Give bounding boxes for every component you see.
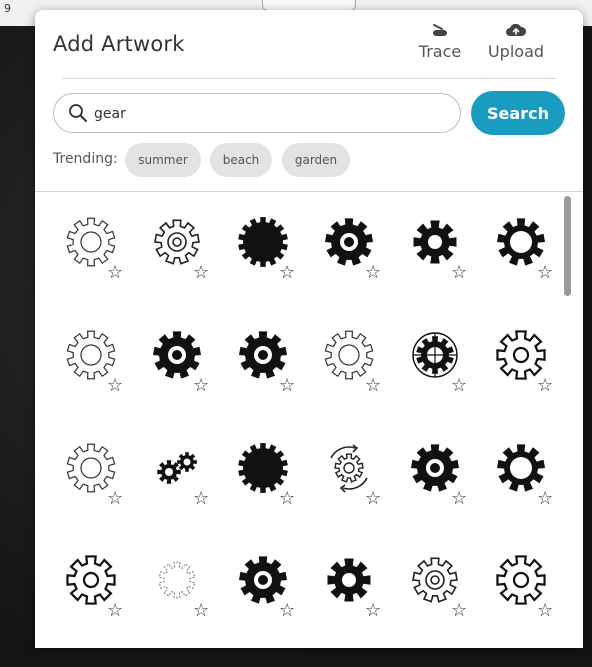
gear-outline-thin-icon [324, 330, 374, 380]
favorite-star-icon[interactable]: ☆ [193, 490, 209, 508]
gear-solid-ring-icon [325, 218, 373, 266]
favorite-star-icon[interactable]: ☆ [537, 602, 553, 620]
results-divider [35, 191, 583, 192]
cloud-upload-icon [506, 23, 527, 36]
artwork-result-item[interactable]: ☆ [383, 538, 469, 638]
favorite-star-icon[interactable]: ☆ [537, 264, 553, 282]
gear-solid-ring-icon [239, 556, 287, 604]
gear-solid-chunky-icon [327, 558, 371, 602]
favorite-star-icon[interactable]: ☆ [107, 602, 123, 620]
add-artwork-panel: Add Artwork Trace Upload Search [35, 10, 583, 648]
gear-dotted-icon [158, 561, 196, 599]
gear-solid-ring-icon [239, 331, 287, 379]
trace-icon [433, 24, 447, 36]
artwork-result-item[interactable]: ☆ [211, 313, 297, 413]
trending-row: Trending: summer beach garden [35, 140, 583, 180]
artwork-result-item[interactable]: ☆ [469, 426, 555, 526]
gear-outline-thin-icon [66, 330, 116, 380]
artwork-result-item[interactable]: ☆ [383, 313, 469, 413]
results-grid: ☆ ☆ ☆ ☆ ☆ ☆ ☆ ☆ ☆ ☆ ☆ ☆ ☆ ☆ ☆ ☆ ☆ ☆ ☆ ☆ ☆ ☆ ☆ ☆ [35, 200, 563, 648]
magnifier-icon [69, 104, 87, 122]
gear-solid-sawtooth-icon [238, 443, 288, 493]
search-row: Search [35, 91, 583, 139]
artwork-result-item[interactable]: ☆ [297, 426, 383, 526]
gear-outline-bold-icon [496, 330, 546, 380]
trending-chip-beach[interactable]: beach [210, 143, 272, 177]
gear-solid-hollow-icon [497, 218, 545, 266]
gear-solid-ring-icon [153, 331, 201, 379]
artwork-result-item[interactable]: ☆ [39, 426, 125, 526]
favorite-star-icon[interactable]: ☆ [365, 377, 381, 395]
artwork-result-item[interactable]: ☆ [125, 313, 211, 413]
gear-outline-cog-icon [154, 219, 200, 265]
trace-button[interactable]: Trace [408, 22, 472, 61]
artwork-result-item[interactable]: ☆ [211, 538, 297, 638]
trending-label: Trending: [53, 151, 118, 167]
gear-outline-thin-icon [66, 217, 116, 267]
artwork-result-item[interactable]: ☆ [297, 313, 383, 413]
artwork-result-item[interactable]: ☆ [469, 538, 555, 638]
favorite-star-icon[interactable]: ☆ [193, 377, 209, 395]
gear-solid-hollow-icon [497, 444, 545, 492]
trending-chip-summer[interactable]: summer [125, 143, 201, 177]
artwork-result-item[interactable]: ☆ [383, 200, 469, 300]
artwork-result-item[interactable]: ☆ [211, 426, 297, 526]
artwork-result-item[interactable]: ☆ [469, 313, 555, 413]
search-input[interactable] [92, 100, 451, 128]
favorite-star-icon[interactable]: ☆ [365, 264, 381, 282]
favorite-star-icon[interactable]: ☆ [365, 490, 381, 508]
gear-outline-thin-icon [66, 443, 116, 493]
search-box[interactable] [53, 93, 461, 133]
gear-outline-bold-icon [496, 555, 546, 605]
favorite-star-icon[interactable]: ☆ [451, 602, 467, 620]
gear-outline-bold-icon [66, 555, 116, 605]
search-button[interactable]: Search [471, 91, 565, 135]
favorite-star-icon[interactable]: ☆ [451, 377, 467, 395]
artwork-result-item[interactable]: ☆ [39, 200, 125, 300]
header-divider [62, 78, 556, 79]
artwork-result-item[interactable]: ☆ [125, 426, 211, 526]
artwork-result-item[interactable]: ☆ [39, 538, 125, 638]
favorite-star-icon[interactable]: ☆ [107, 490, 123, 508]
gear-target-icon [412, 332, 458, 378]
favorite-star-icon[interactable]: ☆ [451, 264, 467, 282]
favorite-star-icon[interactable]: ☆ [193, 264, 209, 282]
gear-rotate-arrows-icon [330, 444, 368, 493]
ruler-number: 9 [4, 2, 11, 15]
artwork-result-item[interactable]: ☆ [39, 313, 125, 413]
artwork-result-item[interactable]: ☆ [125, 200, 211, 300]
favorite-star-icon[interactable]: ☆ [537, 490, 553, 508]
favorite-star-icon[interactable]: ☆ [279, 602, 295, 620]
gear-solid-sawtooth-icon [238, 217, 288, 267]
panel-title: Add Artwork [53, 32, 185, 56]
gear-pair-icon [157, 452, 197, 484]
favorite-star-icon[interactable]: ☆ [279, 264, 295, 282]
artwork-result-item[interactable]: ☆ [469, 200, 555, 300]
artwork-result-item[interactable]: ☆ [383, 426, 469, 526]
trace-label: Trace [418, 42, 462, 61]
artwork-result-item[interactable]: ☆ [211, 200, 297, 300]
favorite-star-icon[interactable]: ☆ [537, 377, 553, 395]
favorite-star-icon[interactable]: ☆ [279, 490, 295, 508]
results-scrollbar[interactable] [564, 196, 571, 296]
favorite-star-icon[interactable]: ☆ [107, 264, 123, 282]
favorite-star-icon[interactable]: ☆ [451, 490, 467, 508]
upload-button[interactable]: Upload [484, 22, 548, 61]
upload-label: Upload [487, 42, 545, 61]
gear-solid-chunky-icon [413, 220, 457, 264]
favorite-star-icon[interactable]: ☆ [279, 377, 295, 395]
favorite-star-icon[interactable]: ☆ [107, 377, 123, 395]
artwork-result-item[interactable]: ☆ [297, 538, 383, 638]
gear-solid-ring-icon [411, 444, 459, 492]
gear-outline-cog-icon [412, 557, 458, 603]
favorite-star-icon[interactable]: ☆ [365, 602, 381, 620]
favorite-star-icon[interactable]: ☆ [193, 602, 209, 620]
trending-chip-garden[interactable]: garden [282, 143, 350, 177]
panel-header: Add Artwork Trace Upload [35, 10, 583, 88]
artwork-result-item[interactable]: ☆ [297, 200, 383, 300]
artwork-result-item[interactable]: ☆ [125, 538, 211, 638]
